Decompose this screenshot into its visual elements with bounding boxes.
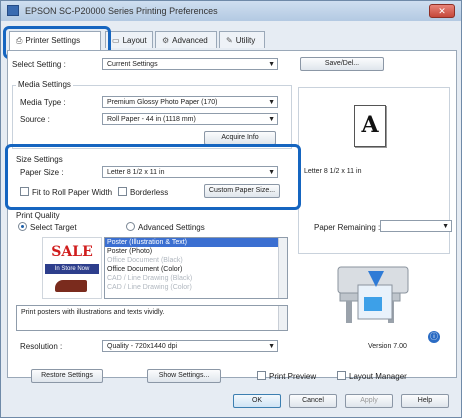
printer-app-icon — [7, 5, 19, 16]
tab-label: Advanced — [172, 36, 208, 45]
chevron-down-icon: ▼ — [268, 343, 275, 350]
cancel-button[interactable]: Cancel — [289, 394, 337, 408]
apply-button[interactable]: Apply — [345, 394, 393, 408]
acquire-info-button[interactable]: Acquire Info — [204, 131, 276, 145]
paper-letter-icon: A — [361, 112, 379, 138]
source-label: Source : — [20, 115, 50, 124]
print-quality-title: Print Quality — [16, 211, 60, 220]
size-settings-highlight — [5, 144, 301, 210]
close-button[interactable]: ✕ — [429, 4, 455, 18]
chevron-down-icon: ▼ — [442, 223, 449, 230]
layout-icon: ▭ — [112, 36, 120, 45]
window-title: EPSON SC-P20000 Series Printing Preferen… — [25, 6, 218, 16]
in-store-banner: In Store Now — [45, 264, 99, 274]
select-target-label: Select Target — [30, 223, 77, 232]
advanced-settings-label: Advanced Settings — [138, 223, 205, 232]
list-item[interactable]: Poster (Illustration & Text) — [105, 238, 287, 247]
sale-text: SALE — [51, 244, 93, 260]
ok-button[interactable]: OK — [233, 394, 281, 408]
wrench-icon: ✎ — [226, 36, 233, 45]
target-thumbnail: SALE In Store Now — [42, 237, 102, 299]
resolution-dropdown[interactable]: Quality - 720x1440 dpi ▼ — [102, 340, 278, 352]
list-item[interactable]: CAD / Line Drawing (Color) — [105, 283, 287, 292]
paper-remaining-label: Paper Remaining : — [314, 223, 381, 232]
help-button[interactable]: Help — [401, 394, 449, 408]
select-target-radio[interactable] — [18, 222, 27, 231]
tab-utility[interactable]: ✎ Utility — [219, 31, 265, 48]
printer-settings-panel: Select Setting : Current Settings ▼ Save/… — [7, 50, 457, 378]
tab-label: Layout — [122, 36, 147, 45]
shoe-icon — [55, 280, 87, 292]
save-del-button[interactable]: Save/Del... — [300, 57, 384, 71]
list-item[interactable]: Office Document (Black) — [105, 256, 287, 265]
select-setting-label: Select Setting : — [12, 60, 66, 69]
printing-preferences-window: EPSON SC-P20000 Series Printing Preferen… — [0, 0, 462, 418]
tab-label: Utility — [235, 36, 256, 45]
print-preview-label: Print Preview — [269, 372, 317, 381]
restore-settings-button[interactable]: Restore Settings — [31, 369, 103, 383]
show-settings-button[interactable]: Show Settings... — [147, 369, 221, 383]
media-type-dropdown[interactable]: Premium Glossy Photo Paper (170) ▼ — [102, 96, 278, 108]
source-value: Roll Paper - 44 in (1118 mm) — [107, 116, 196, 123]
description-scrollbar[interactable] — [278, 306, 287, 330]
source-dropdown[interactable]: Roll Paper - 44 in (1118 mm) ▼ — [102, 113, 278, 125]
version-text: Version 7.00 — [368, 343, 407, 350]
tab-advanced[interactable]: ⚙ Advanced — [155, 31, 217, 48]
paper-desc: Letter 8 1/2 x 11 in — [304, 168, 362, 175]
description-box: Print posters with illustrations and tex… — [16, 305, 288, 331]
info-icon[interactable]: ⓘ — [428, 331, 440, 343]
list-item[interactable]: Office Document (Color) — [105, 265, 287, 274]
target-listbox[interactable]: Poster (Illustration & Text) Poster (Pho… — [104, 237, 288, 299]
advanced-settings-radio[interactable] — [126, 222, 135, 231]
select-setting-value: Current Settings — [107, 61, 158, 68]
description-text: Print posters with illustrations and tex… — [21, 309, 165, 316]
tab-layout[interactable]: ▭ Layout — [105, 31, 153, 48]
title-bar[interactable]: EPSON SC-P20000 Series Printing Preferen… — [1, 1, 461, 21]
list-item[interactable]: Poster (Photo) — [105, 247, 287, 256]
media-type-label: Media Type : — [20, 98, 66, 107]
print-preview-checkbox[interactable] — [257, 371, 266, 380]
target-list-scrollbar[interactable] — [278, 238, 287, 298]
layout-manager-checkbox[interactable] — [337, 371, 346, 380]
select-setting-dropdown[interactable]: Current Settings ▼ — [102, 58, 278, 70]
resolution-label: Resolution : — [20, 342, 63, 351]
resolution-value: Quality - 720x1440 dpi — [107, 343, 178, 350]
paper-preview: A — [354, 105, 386, 147]
media-settings-title: Media Settings — [16, 80, 73, 89]
layout-manager-label: Layout Manager — [349, 372, 407, 381]
media-type-value: Premium Glossy Photo Paper (170) — [107, 99, 218, 106]
chevron-down-icon: ▼ — [268, 116, 275, 123]
paper-remaining-dropdown[interactable]: ▼ — [380, 220, 452, 232]
chevron-down-icon: ▼ — [268, 61, 275, 68]
gear-icon: ⚙ — [162, 36, 170, 45]
list-item[interactable]: CAD / Line Drawing (Black) — [105, 274, 287, 283]
printer-illustration — [337, 266, 409, 323]
chevron-down-icon: ▼ — [268, 99, 275, 106]
